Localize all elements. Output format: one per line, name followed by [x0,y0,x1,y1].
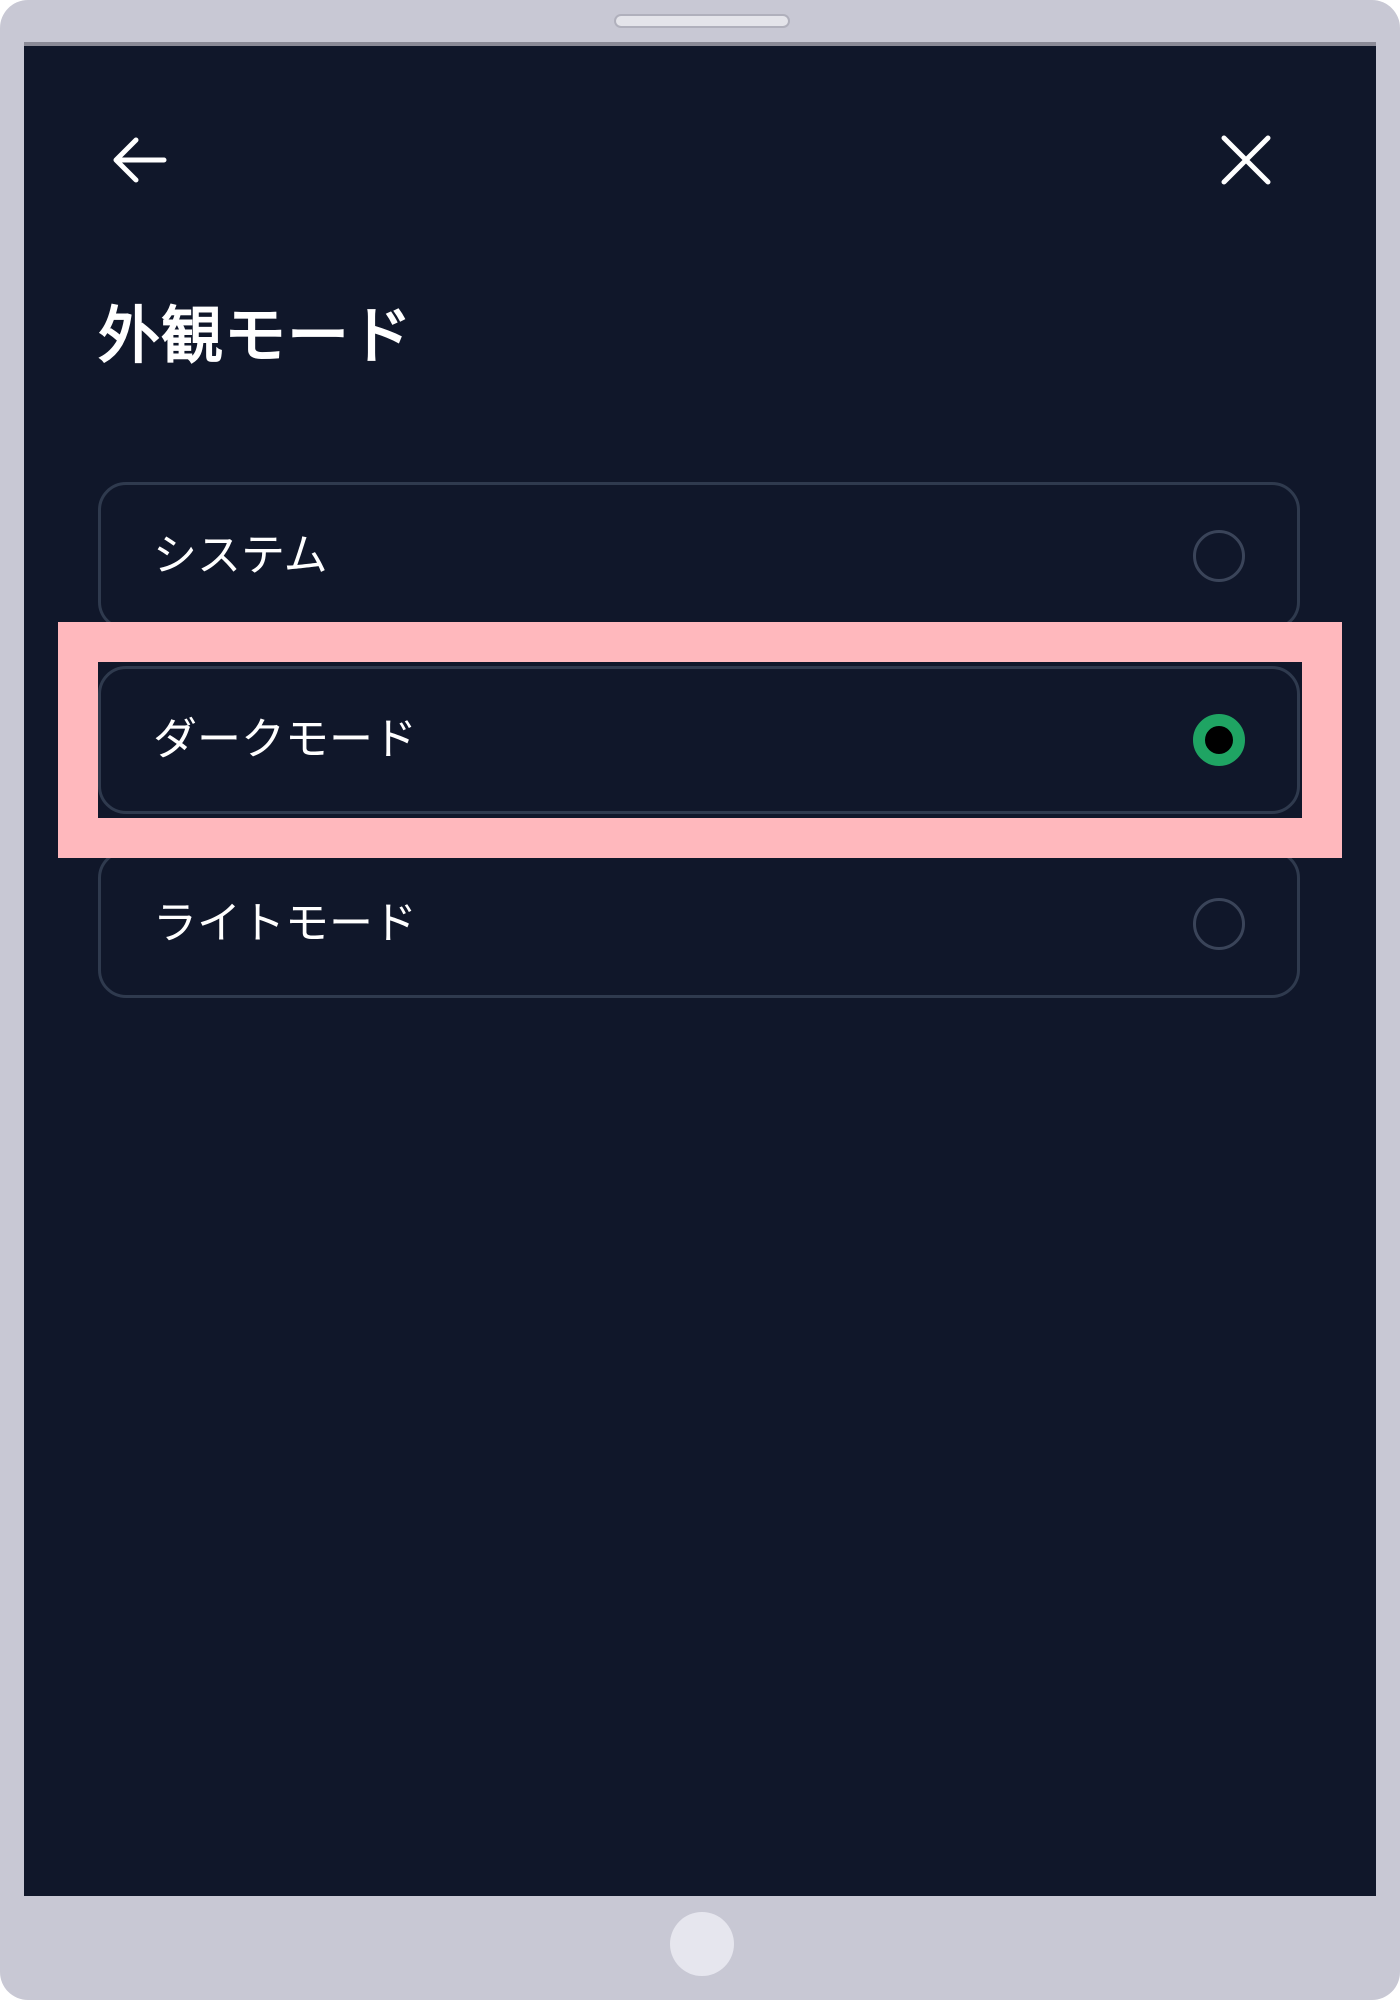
option-system[interactable]: システム [98,482,1300,630]
back-button[interactable] [100,120,180,200]
radio-button[interactable] [1193,898,1245,950]
option-dark-mode[interactable]: ダークモード [98,666,1300,814]
appearance-options: システム ダークモード ライトモード [98,482,1300,1034]
radio-button[interactable] [1193,530,1245,582]
speaker-grille [614,14,790,28]
option-label: システム [153,530,328,581]
option-light-mode[interactable]: ライトモード [98,850,1300,998]
option-label: ダークモード [153,714,417,765]
screen: 外観モード システム ダークモード ライトモード [24,42,1376,1896]
arrow-left-icon [113,137,167,183]
radio-button-selected[interactable] [1193,714,1245,766]
close-button[interactable] [1206,120,1286,200]
option-label: ライトモード [153,898,417,949]
tablet-frame: 外観モード システム ダークモード ライトモード [0,0,1400,2000]
close-icon [1221,135,1271,185]
page-title: 外観モード [98,299,414,372]
home-button[interactable] [670,1912,734,1976]
